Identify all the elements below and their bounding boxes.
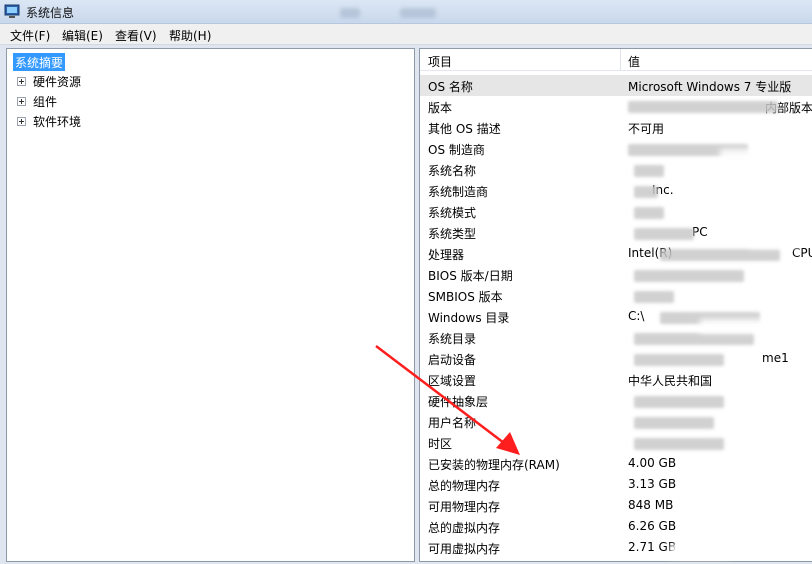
row-item-label: 启动设备 xyxy=(428,353,477,367)
redacted-value xyxy=(660,249,780,261)
column-header-value[interactable]: 值 xyxy=(628,53,640,70)
row-value: 4.00 GB xyxy=(628,456,677,470)
redacted-title-area xyxy=(400,8,436,18)
list-row[interactable]: 已安装的物理内存(RAM) 4.00 GB xyxy=(420,453,812,474)
expand-icon[interactable] xyxy=(17,97,26,106)
list-row[interactable]: OS 名称 Microsoft Windows 7 专业版 xyxy=(420,75,812,96)
redacted-value xyxy=(634,354,724,366)
redacted-value xyxy=(634,417,714,429)
row-item-label: 可用物理内存 xyxy=(428,500,501,514)
list-row[interactable]: 系统模式 xyxy=(420,201,812,222)
details-list[interactable]: 项目 值 OS 名称 Microsoft Windows 7 专业版 版本 内部版本其… xyxy=(419,48,812,562)
row-item-label: 用户名称 xyxy=(428,416,477,430)
list-row[interactable]: BIOS 版本/日期 xyxy=(420,264,812,285)
row-item-label: OS 制造商 xyxy=(428,143,485,157)
row-item-label: 系统制造商 xyxy=(428,185,489,199)
list-row[interactable]: 用户名称 xyxy=(420,411,812,432)
menu-file[interactable]: 文件(F) xyxy=(10,27,50,44)
list-row[interactable]: 启动设备 me1 xyxy=(420,348,812,369)
row-item-label: 已安装的物理内存(RAM) xyxy=(428,458,560,472)
redacted-value xyxy=(634,186,658,198)
row-item-label: 可用虚拟内存 xyxy=(428,542,501,556)
redaction-smudge xyxy=(670,544,730,558)
row-item-label: 总的物理内存 xyxy=(428,479,501,493)
redacted-title-area xyxy=(340,8,360,18)
row-value: Microsoft Windows 7 专业版 xyxy=(628,80,792,94)
row-value: 3.13 GB xyxy=(628,477,677,491)
row-item-label: OS 名称 xyxy=(428,80,473,94)
list-row[interactable]: 可用虚拟内存 2.71 GB xyxy=(420,537,812,558)
row-value: C:\ xyxy=(628,309,645,323)
redacted-value xyxy=(628,101,778,113)
row-item-label: 时区 xyxy=(428,437,453,451)
list-row[interactable]: 时区 xyxy=(420,432,812,453)
row-item-label: 硬件抽象层 xyxy=(428,395,489,409)
row-value: PC xyxy=(692,225,708,239)
list-row[interactable]: 区域设置 中华人民共和国 xyxy=(420,369,812,390)
menu-view[interactable]: 查看(V) xyxy=(115,27,157,44)
tree-item-system-summary[interactable]: 系统摘要 xyxy=(13,53,66,71)
list-row[interactable]: SMBIOS 版本 xyxy=(420,285,812,306)
row-value: 中华人民共和国 xyxy=(628,374,713,388)
list-row[interactable]: 其他 OS 描述 不可用 xyxy=(420,117,812,138)
redacted-value xyxy=(634,396,724,408)
tree-item-software-environment[interactable]: 软件环境 xyxy=(33,113,81,130)
system-info-app-icon xyxy=(4,4,20,18)
row-item-label: 系统模式 xyxy=(428,206,477,220)
menu-help[interactable]: 帮助(H) xyxy=(169,27,211,44)
redacted-value xyxy=(634,438,724,450)
expand-icon[interactable] xyxy=(17,117,26,126)
redaction-smudge xyxy=(700,319,770,333)
redaction-smudge xyxy=(720,149,780,163)
row-item-label: 其他 OS 描述 xyxy=(428,122,501,136)
redaction-smudge xyxy=(750,234,800,248)
column-header-item[interactable]: 项目 xyxy=(428,53,452,70)
title-bar: 系统信息 xyxy=(0,0,812,24)
row-value: 不可用 xyxy=(628,122,665,136)
redacted-value xyxy=(634,291,674,303)
redaction-smudge xyxy=(720,524,770,538)
expand-icon[interactable] xyxy=(17,77,26,86)
window-title: 系统信息 xyxy=(26,6,75,20)
tree-item-components[interactable]: 组件 xyxy=(33,93,57,110)
list-row[interactable]: 总的物理内存 3.13 GB xyxy=(420,474,812,495)
row-item-label: 系统名称 xyxy=(428,164,477,178)
row-item-label: SMBIOS 版本 xyxy=(428,290,503,304)
row-value: 848 MB xyxy=(628,498,674,512)
redacted-value xyxy=(634,165,664,177)
list-row[interactable]: 系统制造商 Inc. xyxy=(420,180,812,201)
category-tree[interactable]: 系统摘要 硬件资源 组件 软件环境 xyxy=(6,48,415,562)
row-item-label: 版本 xyxy=(428,101,453,115)
row-item-label: 系统类型 xyxy=(428,227,477,241)
row-item-label: 处理器 xyxy=(428,248,465,262)
row-item-label: BIOS 版本/日期 xyxy=(428,269,513,283)
redacted-value xyxy=(634,333,754,345)
list-header: 项目 值 xyxy=(420,49,812,71)
tree-item-hardware-resources[interactable]: 硬件资源 xyxy=(33,73,81,90)
row-item-label: 区域设置 xyxy=(428,374,477,388)
menu-bar: 文件(F) 编辑(E) 查看(V) 帮助(H) xyxy=(0,24,812,45)
row-item-label: 总的虚拟内存 xyxy=(428,521,501,535)
column-divider[interactable] xyxy=(620,49,621,71)
row-value: 2.71 GB xyxy=(628,540,677,554)
list-row[interactable]: 硬件抽象层 xyxy=(420,390,812,411)
row-item-label: Windows 目录 xyxy=(428,311,510,325)
menu-edit[interactable]: 编辑(E) xyxy=(62,27,103,44)
row-value-suffix: CPU xyxy=(792,246,812,260)
list-row[interactable]: 可用物理内存 848 MB xyxy=(420,495,812,516)
row-item-label: 系统目录 xyxy=(428,332,477,346)
tree-item-label: 系统摘要 xyxy=(15,55,64,70)
redacted-value xyxy=(634,270,744,282)
row-value: me1 xyxy=(762,351,789,365)
redacted-value xyxy=(634,207,664,219)
row-value: 6.26 GB xyxy=(628,519,677,533)
redacted-value xyxy=(634,228,694,240)
